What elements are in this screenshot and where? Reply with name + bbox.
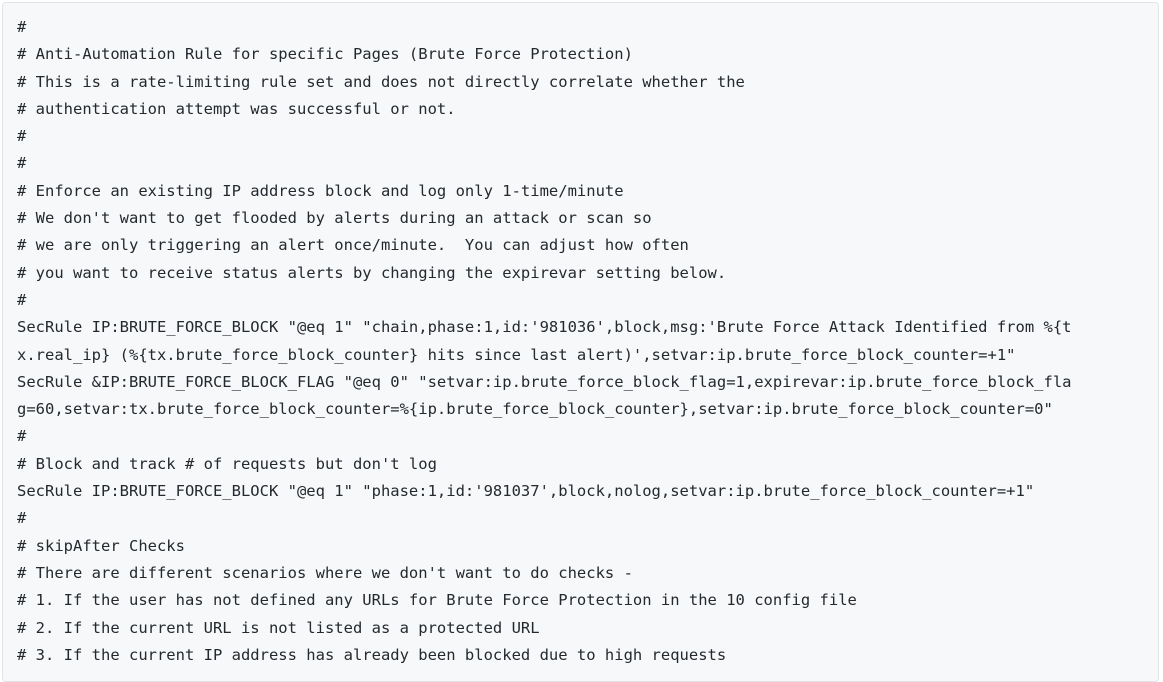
code-line: # [17, 154, 27, 173]
code-line: # Enforce an existing IP address block a… [17, 181, 624, 200]
code-line: # 1. If the user has not defined any URL… [17, 591, 857, 610]
code-line: # We don't want to get flooded by alerts… [17, 209, 652, 228]
code-line: SecRule IP:BRUTE_FORCE_BLOCK "@eq 1" "ph… [17, 482, 1035, 501]
code-line: g=60,setvar:tx.brute_force_block_counter… [17, 400, 1053, 419]
code-line: SecRule IP:BRUTE_FORCE_BLOCK "@eq 1" "ch… [17, 318, 1072, 337]
code-line: # 3. If the current IP address has alrea… [17, 645, 727, 664]
code-line: # [17, 427, 27, 446]
code-line: # skipAfter Checks [17, 536, 185, 555]
code-line: # This is a rate-limiting rule set and d… [17, 72, 745, 91]
code-line: # [17, 18, 27, 36]
code-line: # Anti-Automation Rule for specific Page… [17, 45, 633, 64]
code-line: # [17, 290, 27, 309]
code-line: # [17, 127, 27, 146]
code-line: x.real_ip} (%{tx.brute_force_block_count… [17, 345, 1016, 364]
code-line: # we are only triggering an alert once/m… [17, 236, 689, 255]
code-line: # 2. If the current URL is not listed as… [17, 618, 540, 637]
code-line: # you want to receive status alerts by c… [17, 263, 727, 282]
code-line: # Block and track # of requests but don'… [17, 454, 437, 473]
code-line: SecRule &IP:BRUTE_FORCE_BLOCK_FLAG "@eq … [17, 372, 1072, 391]
code-line: # authentication attempt was successful … [17, 99, 456, 118]
code-block[interactable]: # # Anti-Automation Rule for specific Pa… [2, 2, 1159, 682]
code-line: # There are different scenarios where we… [17, 563, 633, 582]
code-line: # [17, 509, 27, 528]
